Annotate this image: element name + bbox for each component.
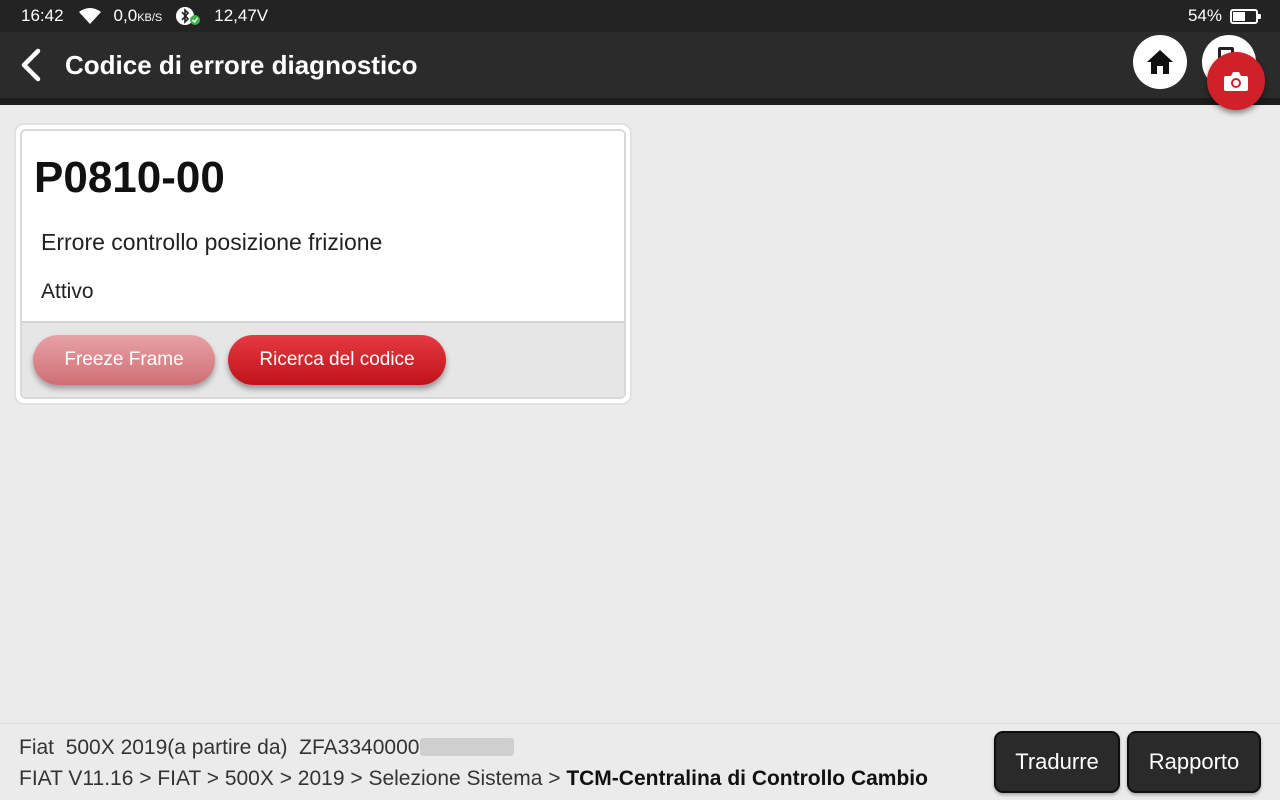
dtc-card-body: P0810-00 Errore controllo posizione friz… <box>20 129 626 399</box>
back-icon[interactable] <box>18 47 48 83</box>
report-button[interactable]: Rapporto <box>1127 731 1261 793</box>
app-header: Codice di errore diagnostico <box>0 32 1280 98</box>
data-rate-unit: KB/S <box>137 12 163 24</box>
bluetooth-connected-icon <box>176 7 201 25</box>
vehicle-vin: ZFA3340000 <box>299 736 420 759</box>
battery-percent: 54% <box>1187 6 1222 25</box>
dtc-status: Attivo <box>41 280 94 303</box>
footer-bar: Fiat 500X 2019(a partire da) ZFA3340000 … <box>0 723 1280 800</box>
freeze-frame-button[interactable]: Freeze Frame <box>33 335 215 385</box>
vehicle-make: Fiat <box>19 736 55 759</box>
vehicle-model-year: 500X 2019(a partire da) <box>65 736 288 759</box>
dtc-description: Errore controllo posizione frizione <box>41 229 383 255</box>
battery-fill <box>1233 11 1245 21</box>
dtc-code: P0810-00 <box>34 153 225 202</box>
wifi-icon <box>78 8 101 24</box>
battery-icon <box>1230 8 1261 24</box>
camera-icon <box>1224 72 1248 91</box>
status-bar: 16:42 0,0KB/S 12,47V 54% <box>0 0 1280 32</box>
status-bar-right: 54% <box>1187 6 1261 26</box>
data-rate: 0,0KB/S <box>114 6 163 26</box>
screenshot-button[interactable] <box>1207 52 1265 110</box>
vehicle-info: Fiat 500X 2019(a partire da) ZFA3340000 <box>19 736 515 760</box>
status-time: 16:42 <box>21 6 64 25</box>
breadcrumb-path: FIAT V11.16 > FIAT > 500X > 2019 > Selez… <box>19 767 567 790</box>
translate-button[interactable]: Tradurre <box>994 731 1120 793</box>
dtc-card: P0810-00 Errore controllo posizione friz… <box>14 123 632 405</box>
dtc-actions: Freeze Frame Ricerca del codice <box>22 321 624 397</box>
status-bar-left: 16:42 0,0KB/S 12,47V <box>21 6 268 26</box>
header-divider <box>0 98 1280 105</box>
home-icon <box>1147 50 1173 74</box>
code-search-button[interactable]: Ricerca del codice <box>228 335 446 385</box>
breadcrumb-current: TCM-Centralina di Controllo Cambio <box>566 767 928 790</box>
page-title: Codice di errore diagnostico <box>65 50 418 80</box>
voltage-reading: 12,47V <box>214 6 269 25</box>
home-button[interactable] <box>1133 35 1187 89</box>
data-rate-value: 0,0 <box>113 6 138 25</box>
vin-redacted <box>420 738 515 756</box>
breadcrumb: FIAT V11.16 > FIAT > 500X > 2019 > Selez… <box>19 767 928 791</box>
